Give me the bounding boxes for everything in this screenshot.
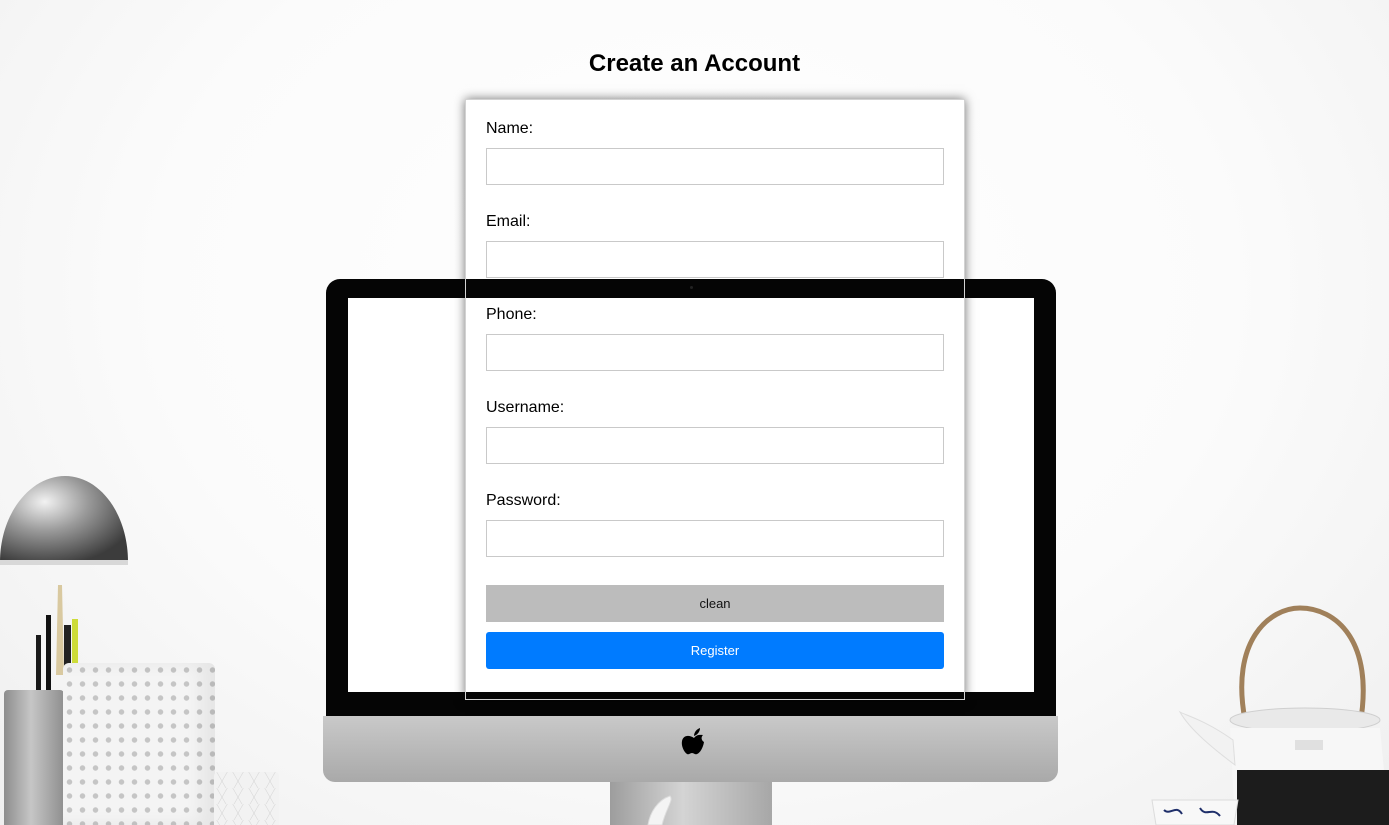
name-input[interactable]	[486, 148, 944, 185]
phone-label: Phone:	[486, 306, 537, 323]
gray-pencil-holder	[4, 690, 64, 825]
password-input[interactable]	[486, 520, 944, 557]
figurine-image	[647, 795, 672, 825]
white-perforated-vase	[63, 663, 215, 825]
password-label: Password:	[486, 492, 561, 509]
cup-image	[1151, 799, 1239, 825]
username-input[interactable]	[486, 427, 944, 464]
email-label: Email:	[486, 213, 531, 230]
name-label: Name:	[486, 120, 534, 137]
small-patterned-cup	[214, 772, 279, 825]
page-title: Create an Account	[588, 50, 801, 77]
phone-input[interactable]	[486, 334, 944, 371]
apple-logo-icon	[681, 728, 704, 755]
username-label: Username:	[486, 399, 565, 416]
register-button[interactable]: Register	[486, 632, 944, 669]
clean-button[interactable]: clean	[486, 585, 944, 622]
page-background: Create an Account Name: Email: Phone: Us…	[0, 0, 1389, 825]
desk-lamp-image	[0, 476, 128, 565]
teapot-image	[1178, 605, 1389, 825]
email-input[interactable]	[486, 241, 944, 278]
imac-stand	[610, 782, 772, 825]
registration-form: Name: Email: Phone: Username: Password: …	[465, 99, 965, 700]
